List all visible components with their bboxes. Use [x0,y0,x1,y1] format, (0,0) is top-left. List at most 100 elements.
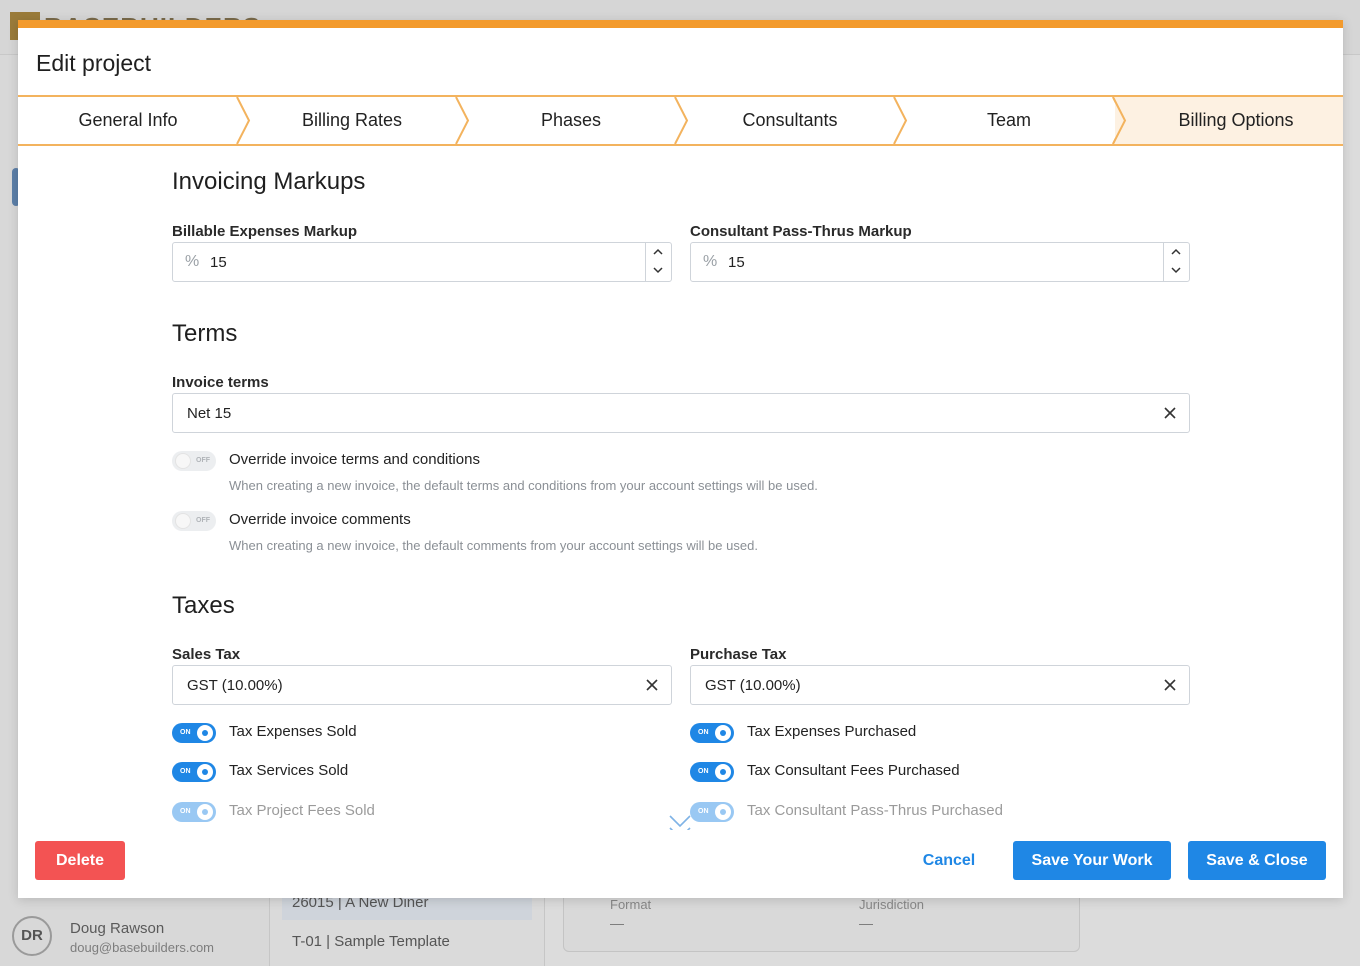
consultant-passthru-value: 15 [728,254,745,271]
cancel-button[interactable]: Cancel [904,841,994,880]
chevron-up-icon [653,248,663,255]
tab-label: Billing Options [1178,110,1294,130]
clear-icon[interactable] [1163,406,1177,420]
tab-billing-rates[interactable]: Billing Rates [252,97,452,144]
scroll-down-icon[interactable] [669,814,691,830]
bg-format-label: Format [610,897,652,912]
number-stepper [645,243,671,281]
number-stepper [1163,243,1189,281]
tab-label: Team [986,110,1031,130]
toggle-state: ON [180,729,191,736]
decrement-button[interactable] [646,262,671,281]
tax-consultant-passthrus-purchased-label: Tax Consultant Pass-Thrus Purchased [747,802,1003,819]
delete-button[interactable]: Delete [35,841,125,880]
percent-prefix: % [185,253,200,270]
override-terms-toggle[interactable]: OFF [172,451,216,471]
toggle-state: ON [698,808,709,815]
tab-separator-icon [674,97,690,144]
invoice-terms-select[interactable]: Net 15 [172,393,1190,433]
toggle-state: ON [180,808,191,815]
invoice-terms-label: Invoice terms [172,374,269,391]
tax-consultant-passthrus-purchased-toggle[interactable]: ON [690,802,734,822]
tab-separator-icon [1112,97,1128,144]
edit-project-modal: Edit project General Info Billing Rates … [18,20,1343,898]
tax-services-sold-toggle[interactable]: ON [172,762,216,782]
toggle-knob [715,764,731,780]
toggle-state: OFF [196,517,210,524]
tax-project-fees-sold-toggle[interactable]: ON [172,802,216,822]
sales-tax-label: Sales Tax [172,646,241,663]
bg-user-email: doug@basebuilders.com [70,940,215,955]
tab-general-info[interactable]: General Info [18,97,238,144]
override-comments-toggle[interactable]: OFF [172,511,216,531]
toggle-state: ON [180,768,191,775]
tab-label: General Info [78,110,178,130]
toggle-knob [197,725,213,741]
consultant-passthru-markup-input[interactable]: % 15 [690,242,1190,282]
wizard-tabs: General Info Billing Rates Phases Consul… [18,95,1343,146]
bg-user-name: Doug Rawson [70,920,165,937]
toggle-state: OFF [196,457,210,464]
toggle-knob [175,453,191,469]
billable-expenses-markup-input[interactable]: % 15 [172,242,672,282]
toggle-knob [197,764,213,780]
increment-button[interactable] [646,243,671,262]
override-terms-description: When creating a new invoice, the default… [229,478,818,493]
tax-expenses-purchased-toggle[interactable]: ON [690,723,734,743]
chevron-down-icon [653,267,663,274]
billable-expenses-value: 15 [210,254,227,271]
sales-tax-value: GST (10.00%) [187,677,283,694]
section-title-taxes: Taxes [172,592,235,619]
tab-billing-options[interactable]: Billing Options [1115,97,1343,144]
tax-expenses-sold-toggle[interactable]: ON [172,723,216,743]
billing-options-content[interactable]: Invoicing Markups Billable Expenses Mark… [18,146,1343,830]
tab-phases[interactable]: Phases [471,97,671,144]
tab-separator-icon [893,97,909,144]
tax-consultant-fees-purchased-toggle[interactable]: ON [690,762,734,782]
toggle-knob [715,725,731,741]
bg-user-panel: DR Doug Rawson doug@basebuilders.com [0,898,270,966]
bg-project-item: T-01 | Sample Template [292,933,450,950]
tab-team[interactable]: Team [909,97,1109,144]
invoice-terms-value: Net 15 [187,405,232,422]
override-comments-label: Override invoice comments [229,511,411,528]
chevron-down-icon [1171,267,1181,274]
billable-expenses-label: Billable Expenses Markup [172,223,358,240]
purchase-tax-select[interactable]: GST (10.00%) [690,665,1190,705]
toggle-knob [197,804,213,820]
bg-jurisdiction-value: — [859,915,873,931]
save-and-close-button[interactable]: Save & Close [1188,841,1326,880]
toggle-knob [175,513,191,529]
tab-separator-icon [455,97,471,144]
bg-format-value: — [610,915,624,931]
section-title-terms: Terms [172,320,238,347]
clear-icon[interactable] [645,678,659,692]
sales-tax-select[interactable]: GST (10.00%) [172,665,672,705]
decrement-button[interactable] [1164,262,1189,281]
bg-jurisdiction-label: Jurisdiction [859,897,925,912]
tax-expenses-sold-label: Tax Expenses Sold [229,723,357,740]
consultant-passthru-label: Consultant Pass-Thrus Markup [690,223,912,240]
override-comments-description: When creating a new invoice, the default… [229,538,758,553]
tax-expenses-purchased-label: Tax Expenses Purchased [747,723,917,740]
increment-button[interactable] [1164,243,1189,262]
override-terms-label: Override invoice terms and conditions [229,451,480,468]
purchase-tax-value: GST (10.00%) [705,677,801,694]
tab-label: Phases [540,110,602,130]
modal-title: Edit project [36,50,152,76]
tab-consultants[interactable]: Consultants [690,97,890,144]
section-title-invoicing-markups: Invoicing Markups [172,168,366,195]
tab-label: Consultants [742,110,838,130]
tab-label: Billing Rates [301,110,403,130]
tax-services-sold-label: Tax Services Sold [229,762,349,779]
toggle-state: ON [698,729,709,736]
toggle-knob [715,804,731,820]
avatar: DR [12,916,52,956]
chevron-up-icon [1171,248,1181,255]
clear-icon[interactable] [1163,678,1177,692]
purchase-tax-label: Purchase Tax [690,646,787,663]
toggle-state: ON [698,768,709,775]
tab-separator-icon [236,97,252,144]
tax-consultant-fees-purchased-label: Tax Consultant Fees Purchased [747,762,960,779]
save-your-work-button[interactable]: Save Your Work [1013,841,1171,880]
